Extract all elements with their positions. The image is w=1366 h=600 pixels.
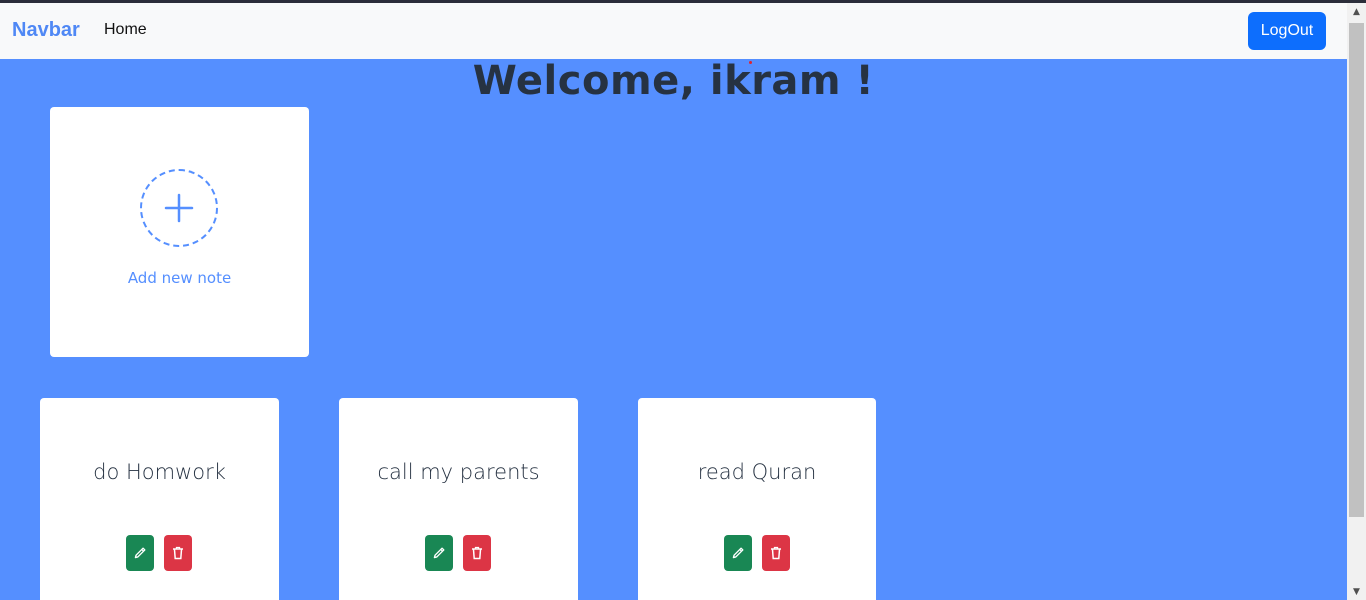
pencil-icon: [134, 547, 146, 559]
note-card: do Homwork: [40, 398, 279, 600]
add-note-card[interactable]: Add new note: [50, 107, 309, 357]
plus-icon: [164, 193, 194, 223]
add-note-label[interactable]: Add new note: [50, 269, 309, 287]
note-card: call my parents: [339, 398, 578, 600]
trash-icon: [472, 546, 482, 560]
pencil-icon: [732, 547, 744, 559]
add-note-circle[interactable]: [140, 169, 218, 247]
note-card: read Quran: [638, 398, 876, 600]
trash-icon: [771, 546, 781, 560]
trash-icon: [173, 546, 183, 560]
scrollbar-thumb[interactable]: [1349, 23, 1364, 517]
navbar: Navbar Home LogOut: [0, 3, 1347, 59]
delete-note-button[interactable]: [463, 535, 491, 571]
note-title: read Quran: [697, 460, 817, 484]
note-title: do Homwork: [93, 460, 226, 484]
welcome-heading: Welcome, ikram !: [472, 58, 875, 104]
delete-note-button[interactable]: [762, 535, 790, 571]
navbar-brand[interactable]: Navbar: [12, 19, 80, 42]
edit-note-button[interactable]: [724, 535, 752, 571]
note-title: call my parents: [377, 460, 540, 484]
scroll-down-arrow-icon[interactable]: ▼: [1347, 583, 1366, 600]
nav-link-home[interactable]: Home: [104, 21, 147, 39]
edit-note-button[interactable]: [425, 535, 453, 571]
vertical-scrollbar[interactable]: ▲ ▼: [1347, 3, 1366, 600]
scroll-up-arrow-icon[interactable]: ▲: [1347, 3, 1366, 20]
red-dot-marker: [749, 61, 752, 64]
pencil-icon: [433, 547, 445, 559]
edit-note-button[interactable]: [126, 535, 154, 571]
logout-button[interactable]: LogOut: [1248, 12, 1326, 50]
delete-note-button[interactable]: [164, 535, 192, 571]
